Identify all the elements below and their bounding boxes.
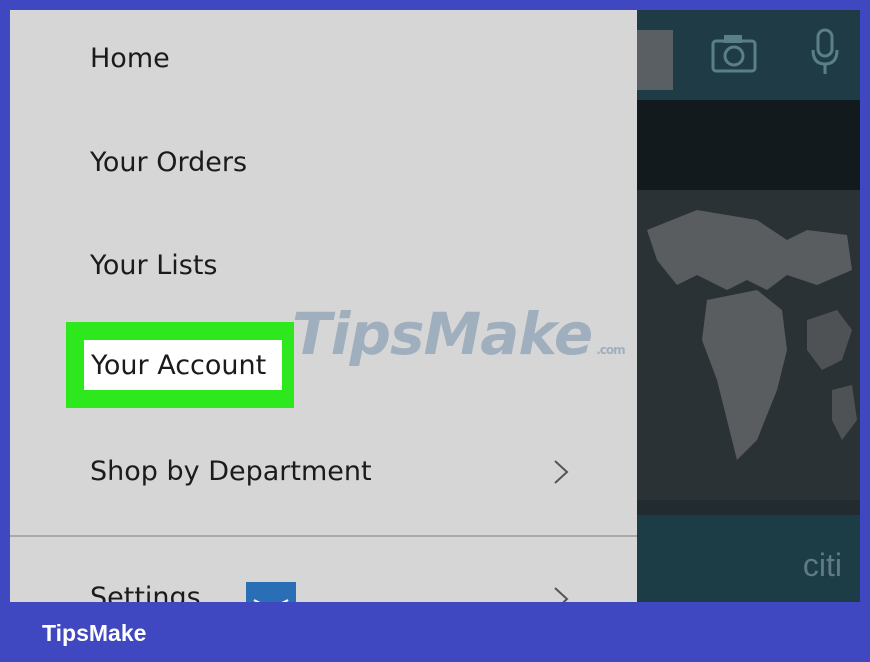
promo-banner[interactable]: citi (637, 515, 860, 602)
menu-item-your-orders[interactable]: Your Orders (90, 147, 247, 178)
menu-item-your-account[interactable]: Your Account (84, 340, 282, 390)
chevron-right-icon[interactable] (552, 585, 570, 602)
microphone-icon[interactable] (810, 28, 840, 76)
footer-bar: TipsMake (0, 602, 870, 662)
menu-item-home[interactable]: Home (90, 43, 170, 74)
phone-screen: citi Home Your Orders Your Lists Your Ac… (10, 10, 860, 602)
header-band (637, 100, 860, 190)
chevron-right-icon[interactable] (552, 458, 570, 486)
footer-brand: TipsMake (42, 620, 147, 646)
menu-item-settings[interactable]: Settings (90, 582, 201, 602)
menu-item-shop-by-department[interactable]: Shop by Department (90, 456, 372, 487)
watermark-logo: TipsMake .com (292, 300, 626, 368)
world-map-image (637, 190, 860, 500)
menu-item-your-lists[interactable]: Your Lists (90, 250, 218, 281)
menu-item-your-account-highlight[interactable]: Your Account (66, 322, 294, 408)
country-flag-icon (246, 582, 296, 602)
menu-divider (10, 535, 637, 537)
watermark-text: TipsMake (292, 300, 593, 368)
search-field[interactable] (637, 30, 673, 90)
camera-icon[interactable] (710, 32, 758, 74)
watermark-suffix: .com (596, 343, 625, 357)
banner-logo-text: citi (802, 547, 842, 583)
menu-item-your-account-label: Your Account (91, 350, 267, 381)
